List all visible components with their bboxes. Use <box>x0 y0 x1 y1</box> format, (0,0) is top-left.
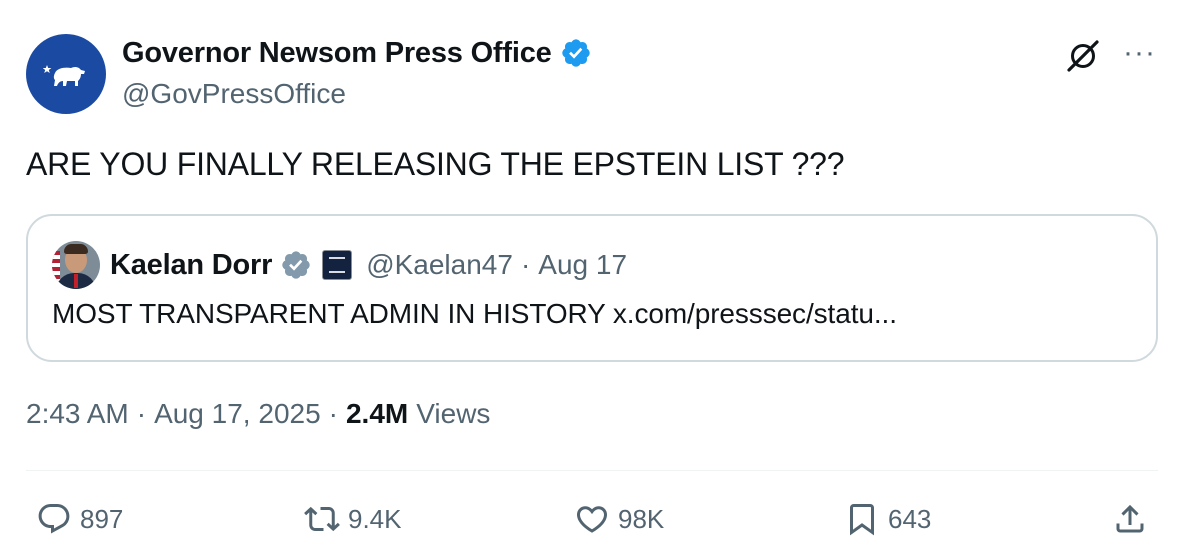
meta-separator: · <box>328 398 338 429</box>
quoted-date[interactable]: Aug 17 <box>538 249 627 281</box>
share-button[interactable] <box>1112 496 1148 542</box>
tweet-date[interactable]: Aug 17, 2025 <box>154 398 321 430</box>
tweet-meta: 2:43 AM · Aug 17, 2025 · 2.4M Views <box>26 398 490 430</box>
quoted-author-avatar[interactable] <box>52 241 100 289</box>
author-info: Governor Newsom Press Office @GovPressOf… <box>122 36 592 110</box>
bookmark-icon <box>850 504 874 536</box>
quoted-author-display-name[interactable]: Kaelan Dorr <box>110 249 272 282</box>
author-handle[interactable]: @GovPressOffice <box>122 78 592 110</box>
white-house-affiliation-badge-icon[interactable] <box>322 250 353 280</box>
like-count: 98K <box>618 503 665 534</box>
quoted-separator: · <box>520 249 531 280</box>
gray-verified-badge-icon[interactable] <box>280 249 312 281</box>
quoted-tweet[interactable]: Kaelan Dorr @Kaelan47 · Aug 17 MOST TRAN… <box>26 214 1158 362</box>
more-options-icon[interactable]: ··· <box>1123 37 1156 68</box>
views-label: Views <box>416 398 491 429</box>
quoted-tweet-header: Kaelan Dorr @Kaelan47 · Aug 17 <box>52 240 627 290</box>
meta-separator: · <box>136 398 147 429</box>
reply-count: 897 <box>80 503 124 534</box>
grok-icon[interactable] <box>1065 38 1101 79</box>
heart-icon <box>576 506 608 533</box>
tweet-time[interactable]: 2:43 AM <box>26 398 129 430</box>
retweet-icon <box>304 506 340 532</box>
divider <box>26 470 1158 471</box>
action-bar: 897 9.4K 98K 643 <box>26 496 1158 542</box>
top-actions: ··· <box>1065 37 1156 79</box>
views-count: 2.4M <box>345 398 409 429</box>
like-button[interactable]: 98K <box>574 496 664 542</box>
reply-icon <box>38 504 70 534</box>
author-display-name[interactable]: Governor Newsom Press Office <box>122 37 552 70</box>
quoted-author-handle[interactable]: @Kaelan47 <box>366 249 513 281</box>
share-icon <box>1116 504 1144 533</box>
quoted-tweet-text: MOST TRANSPARENT ADMIN IN HISTORY x.com/… <box>52 298 897 329</box>
reply-button[interactable]: 897 <box>36 496 123 542</box>
bookmark-count: 643 <box>888 503 932 534</box>
retweet-button[interactable]: 9.4K <box>304 496 402 542</box>
author-avatar[interactable] <box>26 34 106 114</box>
california-bear-logo-icon <box>43 65 85 86</box>
verified-badge-icon[interactable] <box>560 37 592 69</box>
bookmark-button[interactable]: 643 <box>844 496 931 542</box>
retweet-count: 9.4K <box>348 503 402 534</box>
tweet-text: ARE YOU FINALLY RELEASING THE EPSTEIN LI… <box>26 146 845 182</box>
